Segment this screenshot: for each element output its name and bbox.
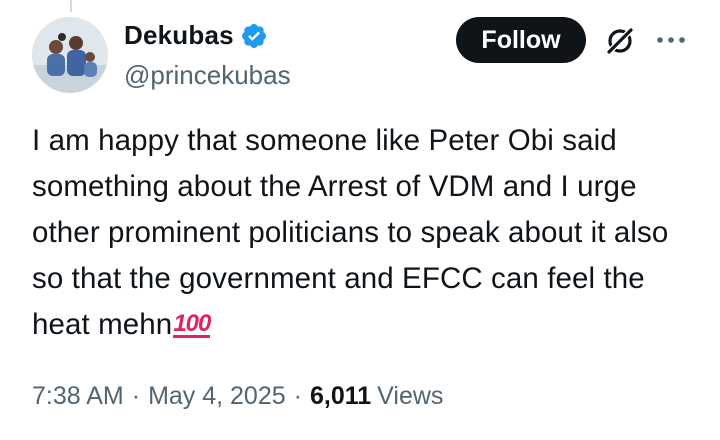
more-options-icon[interactable] bbox=[655, 30, 687, 50]
author-display-name[interactable]: Dekubas bbox=[124, 20, 234, 51]
meta-separator: · bbox=[131, 382, 141, 410]
views-count: 6,011 bbox=[309, 382, 372, 410]
tweet-text: I am happy that someone like Peter Obi s… bbox=[32, 118, 702, 348]
thread-connector-line bbox=[70, 0, 72, 12]
tweet-body: I am happy that someone like Peter Obi s… bbox=[32, 124, 669, 341]
views-label: Views bbox=[377, 382, 444, 410]
tweet-date[interactable]: May 4, 2025 bbox=[148, 382, 286, 411]
verified-badge-icon bbox=[241, 23, 266, 48]
tweet-meta: 7:38 AM · May 4, 2025 · 6,011 Views bbox=[32, 382, 443, 411]
author-name-row: Dekubas bbox=[124, 20, 268, 51]
hundred-points-emoji-icon: 100 bbox=[173, 310, 211, 338]
avatar[interactable] bbox=[32, 17, 108, 93]
follow-button[interactable]: Follow bbox=[456, 17, 586, 63]
author-handle[interactable]: @princekubas bbox=[124, 60, 291, 91]
tweet-time[interactable]: 7:38 AM bbox=[32, 382, 124, 411]
grok-icon[interactable] bbox=[603, 24, 637, 58]
avatar-photo bbox=[32, 17, 108, 93]
meta-separator: · bbox=[293, 382, 302, 410]
